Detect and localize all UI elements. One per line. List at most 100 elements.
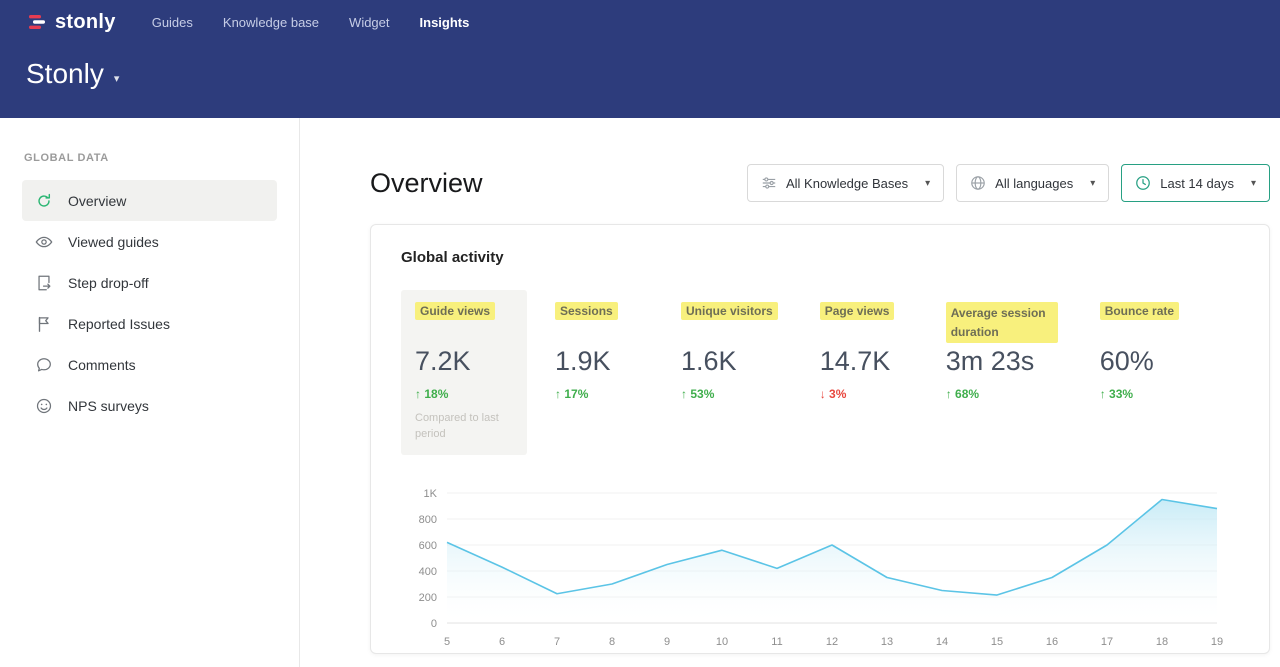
arrow-up-icon: ↑ <box>681 387 687 401</box>
svg-text:6: 6 <box>499 636 505 648</box>
filters: All Knowledge Bases ▾ All languages ▾ <box>747 164 1270 202</box>
svg-text:8: 8 <box>609 636 615 648</box>
sidebar-item-label: Comments <box>68 357 136 373</box>
knowledge-base-filter-label: All Knowledge Bases <box>786 176 908 191</box>
content-area: GLOBAL DATA Overview Viewed guides <box>0 118 1280 667</box>
metric-label: Bounce rate <box>1100 302 1179 320</box>
svg-text:14: 14 <box>936 636 948 648</box>
svg-text:10: 10 <box>716 636 728 648</box>
arrow-up-icon: ↑ <box>946 387 952 401</box>
svg-text:7: 7 <box>554 636 560 648</box>
metric-value: 60% <box>1100 346 1184 377</box>
topnav-items: Guides Knowledge base Widget Insights <box>152 15 470 30</box>
svg-text:19: 19 <box>1211 636 1223 648</box>
main-panel: Overview All Knowledge Bases ▾ <box>300 118 1280 667</box>
metric-label: Page views <box>820 302 895 320</box>
chart-container: 02004006008001K5678910111213141516171819 <box>401 483 1239 658</box>
topnav-item-widget[interactable]: Widget <box>349 15 389 30</box>
metric-label: Average session duration <box>946 302 1058 343</box>
eye-icon <box>35 233 53 251</box>
metric-note: Compared to last period <box>415 411 507 443</box>
sidebar-item-label: Viewed guides <box>68 234 159 250</box>
arrow-up-icon: ↑ <box>555 387 561 401</box>
sidebar-item-label: NPS surveys <box>68 398 149 414</box>
svg-text:0: 0 <box>431 618 437 630</box>
svg-text:16: 16 <box>1046 636 1058 648</box>
metric-delta: ↑ 33% <box>1100 387 1184 401</box>
svg-text:9: 9 <box>664 636 670 648</box>
app-header: stonly Guides Knowledge base Widget Insi… <box>0 0 1280 118</box>
flag-icon <box>35 315 53 333</box>
svg-text:800: 800 <box>419 514 437 526</box>
knowledge-base-filter[interactable]: All Knowledge Bases ▾ <box>747 164 944 202</box>
arrow-down-icon: ↓ <box>820 387 826 401</box>
topnav-item-knowledge-base[interactable]: Knowledge base <box>223 15 319 30</box>
global-activity-chart: 02004006008001K5678910111213141516171819 <box>401 483 1231 653</box>
svg-text:17: 17 <box>1101 636 1113 648</box>
svg-text:18: 18 <box>1156 636 1168 648</box>
logo-text: stonly <box>55 11 116 34</box>
comment-icon <box>35 356 53 374</box>
metric-delta: ↑ 68% <box>946 387 1058 401</box>
date-range-filter[interactable]: Last 14 days ▾ <box>1121 164 1270 202</box>
stonly-logo[interactable]: stonly <box>26 11 116 34</box>
metric-label: Sessions <box>555 302 618 320</box>
page-arrow-icon <box>35 274 53 292</box>
chevron-down-icon: ▾ <box>925 178 930 189</box>
chevron-down-icon: ▾ <box>1251 178 1256 189</box>
svg-text:15: 15 <box>991 636 1003 648</box>
sidebar-item-comments[interactable]: Comments <box>22 344 277 385</box>
metric-delta: ↑ 53% <box>681 387 778 401</box>
sync-icon <box>35 192 53 210</box>
metric-delta: ↑ 17% <box>555 387 639 401</box>
topnav-item-insights[interactable]: Insights <box>420 15 470 30</box>
metric-value: 14.7K <box>820 346 904 377</box>
sidebar-item-step-drop-off[interactable]: Step drop-off <box>22 262 277 303</box>
metric-average-session-duration[interactable]: Average session duration 3m 23s ↑ 68% <box>932 290 1072 413</box>
metric-sessions[interactable]: Sessions 1.9K ↑ 17% <box>541 290 653 413</box>
smiley-icon <box>35 397 53 415</box>
svg-text:400: 400 <box>419 566 437 578</box>
metric-label: Guide views <box>415 302 495 320</box>
sliders-icon <box>761 175 777 191</box>
workspace-selector[interactable]: Stonly ▾ <box>0 44 1280 90</box>
metric-guide-views[interactable]: Guide views 7.2K ↑ 18% Compared to last … <box>401 290 527 455</box>
sidebar-item-viewed-guides[interactable]: Viewed guides <box>22 221 277 262</box>
metric-unique-visitors[interactable]: Unique visitors 1.6K ↑ 53% <box>667 290 792 413</box>
chevron-down-icon: ▾ <box>114 64 120 85</box>
svg-text:5: 5 <box>444 636 450 648</box>
clock-icon <box>1135 175 1151 191</box>
metric-bounce-rate[interactable]: Bounce rate 60% ↑ 33% <box>1086 290 1198 413</box>
svg-text:200: 200 <box>419 592 437 604</box>
card-title: Global activity <box>401 249 1239 266</box>
svg-text:600: 600 <box>419 540 437 552</box>
page-title: Overview <box>370 168 483 199</box>
sidebar-item-label: Reported Issues <box>68 316 170 332</box>
arrow-up-icon: ↑ <box>1100 387 1106 401</box>
topnav-item-guides[interactable]: Guides <box>152 15 193 30</box>
sidebar-item-overview[interactable]: Overview <box>22 180 277 221</box>
metric-delta: ↓ 3% <box>820 387 904 401</box>
language-filter-label: All languages <box>995 176 1073 191</box>
date-range-filter-label: Last 14 days <box>1160 176 1234 191</box>
sidebar: GLOBAL DATA Overview Viewed guides <box>0 118 300 667</box>
svg-text:11: 11 <box>771 636 782 648</box>
svg-text:13: 13 <box>881 636 893 648</box>
global-activity-card: Global activity Guide views 7.2K ↑ 18% C… <box>370 224 1270 654</box>
main-header: Overview All Knowledge Bases ▾ <box>370 164 1270 202</box>
workspace-name: Stonly <box>26 58 104 90</box>
metric-value: 3m 23s <box>946 346 1058 377</box>
sidebar-item-reported-issues[interactable]: Reported Issues <box>22 303 277 344</box>
metric-value: 1.9K <box>555 346 639 377</box>
top-navigation: stonly Guides Knowledge base Widget Insi… <box>0 0 1280 44</box>
arrow-up-icon: ↑ <box>415 387 421 401</box>
metrics-row: Guide views 7.2K ↑ 18% Compared to last … <box>401 290 1239 455</box>
svg-text:12: 12 <box>826 636 838 648</box>
metric-value: 1.6K <box>681 346 778 377</box>
sidebar-item-nps-surveys[interactable]: NPS surveys <box>22 385 277 426</box>
language-filter[interactable]: All languages ▾ <box>956 164 1109 202</box>
stonly-logo-icon <box>26 11 48 33</box>
sidebar-item-label: Step drop-off <box>68 275 149 291</box>
chevron-down-icon: ▾ <box>1090 178 1095 189</box>
metric-page-views[interactable]: Page views 14.7K ↓ 3% <box>806 290 918 413</box>
